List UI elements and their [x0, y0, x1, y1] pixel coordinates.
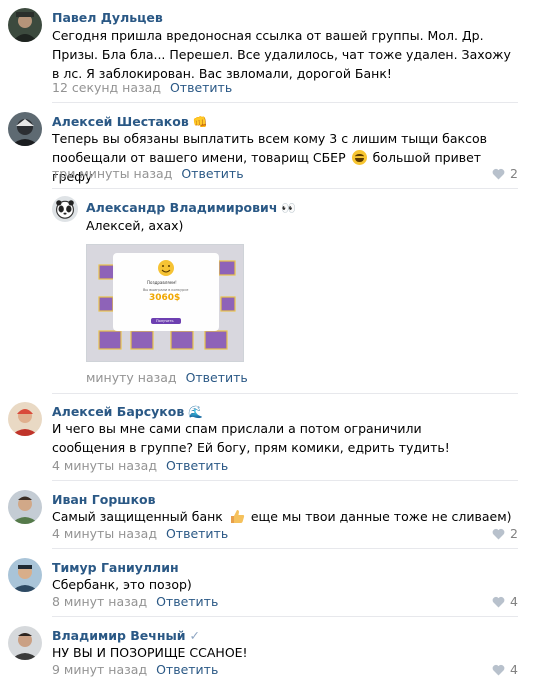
avatar[interactable] — [8, 626, 42, 660]
reply-link[interactable]: Ответить — [156, 594, 218, 609]
reply-link[interactable]: Ответить — [166, 526, 228, 541]
author-name[interactable]: Алексей Шестаков 👊 — [52, 114, 208, 129]
divider — [52, 393, 518, 394]
comment-text: Алексей, ахах) — [86, 218, 184, 233]
comment-time[interactable]: 4 минуты назад — [52, 458, 157, 473]
eyes-emoji-icon: 👀 — [281, 201, 297, 215]
avatar[interactable] — [8, 112, 42, 146]
like-count: 4 — [510, 594, 518, 609]
wave-emoji-icon: 🌊 — [188, 405, 204, 419]
comment-text: Сегодня пришла вредоносная ссылка от ваш… — [52, 28, 511, 81]
divider — [52, 102, 518, 103]
thumbs-up-emoji-icon — [230, 510, 244, 523]
comment-text: НУ ВЫ И ПОЗОРИЩЕ ССАНОЕ! — [52, 645, 248, 660]
comment-meta: 12 секунд назад Ответить — [52, 80, 232, 95]
comment-text: Сбербанк, это позор) — [52, 577, 192, 592]
promo-subheading: Вы выиграли в конкурсе — [143, 288, 189, 292]
like-button[interactable]: 2 — [492, 166, 518, 181]
avatar[interactable] — [8, 490, 42, 524]
author-name[interactable]: Тимур Ганиуллин — [52, 560, 179, 575]
comment-text: И чего вы мне сами спам прислали а потом… — [52, 421, 450, 455]
heart-icon — [492, 168, 505, 179]
comment-meta: 9 минут назад Ответить — [52, 662, 218, 677]
comment-meta: 4 минуты назад Ответить — [52, 458, 228, 473]
promo-button: Получить — [156, 319, 174, 323]
reply-link[interactable]: Ответить — [181, 166, 243, 181]
comment-time[interactable]: 12 секунд назад — [52, 80, 161, 95]
comment-time[interactable]: 4 минуты назад — [52, 526, 157, 541]
reply-link[interactable]: Ответить — [156, 662, 218, 677]
avatar[interactable] — [8, 402, 42, 436]
author-name[interactable]: Павел Дульцев — [52, 10, 163, 25]
author-name[interactable]: Александр Владимирович 👀 — [86, 200, 296, 215]
avatar[interactable] — [52, 196, 78, 222]
author-name[interactable]: Владимир Вечный ✓ — [52, 628, 200, 643]
like-button[interactable]: 4 — [492, 662, 518, 677]
like-button[interactable]: 2 — [492, 526, 518, 541]
author-name[interactable]: Алексей Барсуков 🌊 — [52, 404, 203, 419]
verified-check-icon: ✓ — [189, 628, 201, 643]
comment-text: Самый защищенный банк еще мы твои данные… — [52, 509, 512, 524]
comment-meta: 4 минуты назад Ответить — [52, 526, 228, 541]
fist-emoji-icon: 👊 — [192, 115, 208, 129]
reply-link[interactable]: Ответить — [166, 458, 228, 473]
like-button[interactable]: 4 — [492, 594, 518, 609]
avatar[interactable] — [8, 558, 42, 592]
comment-time[interactable]: 8 минут назад — [52, 594, 147, 609]
comment-meta: три минуты назад Ответить — [52, 166, 244, 181]
divider — [52, 548, 518, 549]
divider — [52, 188, 518, 189]
heart-icon — [492, 664, 505, 675]
divider — [52, 616, 518, 617]
comment-meta: 8 минут назад Ответить — [52, 594, 218, 609]
promo-amount: 3060$ — [149, 293, 181, 303]
comments-feed: Павел Дульцев Сегодня пришла вредоносная… — [0, 0, 536, 685]
promo-heading: Поздравляем! — [147, 280, 177, 285]
grinning-emoji-icon — [351, 150, 367, 165]
comment-meta: минуту назад Ответить — [86, 370, 248, 385]
avatar[interactable] — [8, 8, 42, 42]
like-count: 2 — [510, 166, 518, 181]
comment-time[interactable]: 9 минут назад — [52, 662, 147, 677]
like-count: 2 — [510, 526, 518, 541]
like-count: 4 — [510, 662, 518, 677]
author-name[interactable]: Иван Горшков — [52, 492, 156, 507]
reply-link[interactable]: Ответить — [170, 80, 232, 95]
image-attachment[interactable]: Поздравляем! Вы выиграли в конкурсе 3060… — [86, 244, 244, 362]
reply-link[interactable]: Ответить — [186, 370, 248, 385]
divider — [52, 480, 518, 481]
comment-time[interactable]: три минуты назад — [52, 166, 172, 181]
heart-icon — [492, 528, 505, 539]
heart-icon — [492, 596, 505, 607]
comment-time[interactable]: минуту назад — [86, 370, 177, 385]
